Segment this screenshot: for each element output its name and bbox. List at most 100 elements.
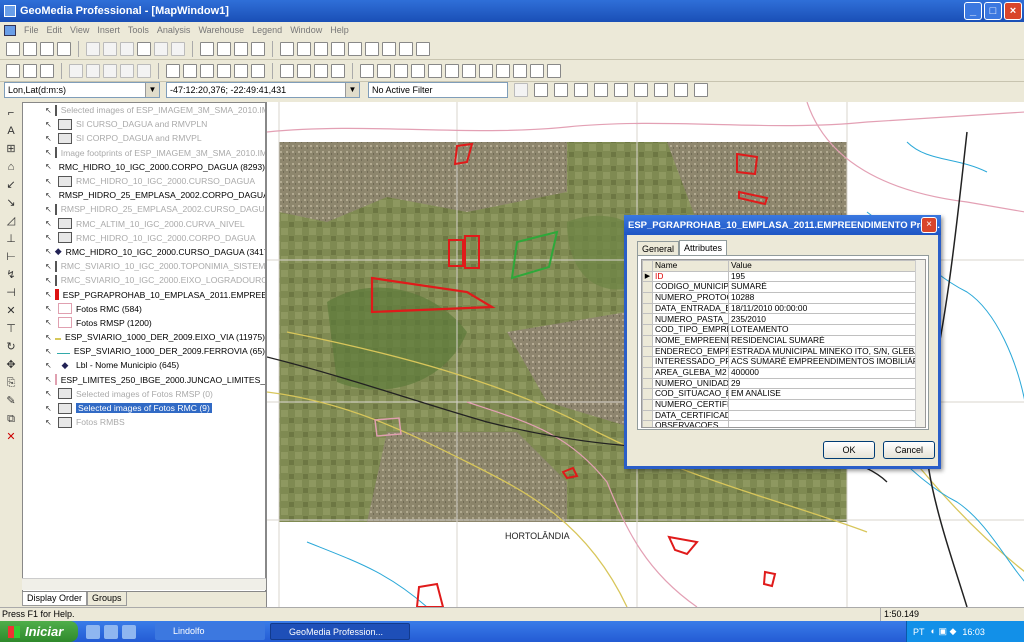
distribute-icon[interactable] (120, 63, 134, 78)
legend-item[interactable]: ↖ ESP_LIMITES_250_IBGE_2000.JUNCAO_LIMITE… (23, 373, 265, 387)
legend-item[interactable]: ↖ RMSP_HIDRO_25_EMPLASA_2002.CURSO_DAGUA (23, 202, 265, 216)
delete-icon[interactable] (360, 63, 374, 78)
taskbar-item-folder[interactable]: Lindolfo (155, 623, 265, 640)
legend-item[interactable]: ↖ RMC_ALTIM_10_IGC_2000.CURVA_NIVEL (23, 217, 265, 231)
zoom-previous-icon[interactable] (348, 41, 362, 56)
digitize-tool-icon[interactable]: ↙ (4, 178, 18, 192)
attribute-value[interactable]: EM ANÁLISE (728, 388, 925, 400)
circle-filter-icon[interactable] (694, 83, 708, 97)
group-icon[interactable] (137, 63, 151, 78)
select-group-icon[interactable] (40, 63, 54, 78)
legend-item[interactable]: ↖ Fotos RMC (584) (23, 302, 265, 316)
attribute-row[interactable]: INTERESSADO_PR ACS SUMARÉ EMPREENDIMENTOS… (642, 356, 925, 368)
zoom-out-icon[interactable] (314, 41, 328, 56)
menu-insert[interactable]: Insert (97, 25, 120, 35)
legend-item[interactable]: ↖ RMSP_HIDRO_25_EMPLASA_2002.CORPO_DAGUA (23, 188, 265, 202)
attribute-value[interactable] (728, 409, 925, 422)
attribute-value[interactable]: 10288 (728, 292, 925, 304)
attribute-value[interactable]: ACS SUMARÉ EMPREENDIMENTOS IMOBILIÁRIOS … (728, 356, 925, 368)
attribute-row[interactable]: DATA_ENTRADA_E 18/11/2010 00:00:00 (642, 302, 925, 315)
extend-icon[interactable] (479, 63, 493, 78)
delete-tool-icon[interactable]: ✕ (4, 430, 18, 444)
tab-groups[interactable]: Groups (87, 592, 127, 606)
attribute-row[interactable]: DATA_CERTIFICAD (642, 409, 925, 422)
pan-icon[interactable] (382, 41, 396, 56)
legend-horizontal-scrollbar[interactable] (22, 578, 266, 590)
warehouse-icon[interactable] (200, 41, 214, 56)
close-window-button[interactable]: × (1004, 2, 1022, 20)
grid-vertical-scrollbar[interactable] (915, 260, 925, 427)
attribute-row[interactable]: CODIGO_MUNICIPI SUMARÉ (642, 281, 925, 294)
trim-tool-icon[interactable]: ⊤ (4, 322, 18, 336)
dialog-close-button[interactable]: × (921, 217, 937, 233)
line-icon[interactable] (377, 63, 391, 78)
attribute-value[interactable]: 18/11/2010 00:00:00 (728, 302, 925, 315)
zoom-in-icon[interactable] (297, 41, 311, 56)
attribute-row[interactable]: NUMERO_CERTIFIC (642, 398, 925, 411)
legend-item[interactable]: ↖ ESP_SVIARIO_1000_DER_2009.FERROVIA (65) (23, 344, 265, 358)
attribute-row[interactable]: OBSERVACOES (642, 420, 925, 427)
layer-icon[interactable] (251, 41, 265, 56)
insert-area-icon[interactable] (183, 63, 197, 78)
text-tool-icon[interactable]: A (4, 124, 18, 138)
label-tool-icon[interactable]: ⊞ (4, 142, 18, 156)
window-icon[interactable] (634, 83, 648, 97)
continue-icon[interactable] (314, 63, 328, 78)
attribute-value[interactable]: 400000 (728, 366, 925, 379)
legend-item[interactable]: ↖ ◆ Lbl - Nome Municipio (645) (23, 358, 265, 372)
feature-class-icon[interactable] (217, 41, 231, 56)
map-window-icon[interactable] (280, 41, 294, 56)
insert-image-icon[interactable] (234, 63, 248, 78)
save-icon[interactable] (40, 41, 54, 56)
parallel-tool-icon[interactable]: ⊥ (4, 232, 18, 246)
coordinate-readout-field[interactable]: -47:12:20,376; -22:49:41,431 ▼ (166, 82, 360, 98)
insert-feature-icon[interactable] (166, 63, 180, 78)
coordinate-system-select[interactable]: Lon,Lat(d:m:s) ▼ (4, 82, 160, 98)
ok-button[interactable]: OK (823, 441, 875, 459)
attribute-value[interactable] (728, 398, 925, 411)
zoom-extent-icon[interactable] (331, 41, 345, 56)
rotate-icon[interactable] (416, 41, 430, 56)
attribute-value[interactable]: LOTEAMENTO (728, 324, 925, 336)
minimize-button[interactable]: _ (964, 2, 982, 20)
refresh-icon[interactable] (399, 41, 413, 56)
attribute-value[interactable] (728, 420, 925, 427)
language-indicator[interactable]: PT (913, 627, 925, 637)
fit-all-icon[interactable] (365, 41, 379, 56)
link-icon[interactable] (594, 83, 608, 97)
attribute-row[interactable]: NUMERO_PROTOC 10288 (642, 292, 925, 304)
cancel-button[interactable]: Cancel (883, 441, 935, 459)
polyline-icon[interactable] (394, 63, 408, 78)
snap-tool-icon[interactable]: ⌐ (4, 106, 18, 120)
rectangle-filter-icon[interactable] (654, 83, 668, 97)
select-tool-icon[interactable] (6, 63, 20, 78)
filter-icon[interactable] (514, 83, 528, 97)
perpendicular-tool-icon[interactable]: ⊢ (4, 250, 18, 264)
legend-item[interactable]: ↖ RMC_HIDRO_10_IGC_2000.CURSO_DAGUA (23, 174, 265, 188)
edit-tool-icon[interactable]: ✎ (4, 394, 18, 408)
new-icon[interactable] (6, 41, 20, 56)
map-icon[interactable] (614, 83, 628, 97)
align-center-icon[interactable] (86, 63, 100, 78)
area-tool-icon[interactable]: ◿ (4, 214, 18, 228)
legend-item[interactable]: ↖ RMC_HIDRO_10_IGC_2000.CORPO_DAGUA (8293… (23, 160, 265, 174)
arrow-icon[interactable] (445, 63, 459, 78)
intersect-tool-icon[interactable]: ✕ (4, 304, 18, 318)
clear-filter-icon[interactable] (674, 83, 688, 97)
split-icon[interactable] (331, 63, 345, 78)
properties-icon[interactable] (137, 41, 151, 56)
attribute-row[interactable]: AREA_GLEBA_M2 400000 (642, 366, 925, 379)
align-left-icon[interactable] (69, 63, 83, 78)
start-button[interactable]: Iniciar (0, 621, 78, 642)
legend-item[interactable]: ↖ SI CORPO_DAGUA and RMVPL (23, 131, 265, 145)
menu-warehouse[interactable]: Warehouse (198, 25, 244, 35)
query-icon[interactable] (234, 41, 248, 56)
polygon-filter-icon[interactable] (574, 83, 588, 97)
desktop-icon[interactable] (104, 624, 118, 639)
legend-item[interactable]: ↖ ESP_SVIARIO_1000_DER_2009.EIXO_VIA (119… (23, 330, 265, 344)
tab-general[interactable]: General (637, 241, 680, 256)
menu-help[interactable]: Help (330, 25, 349, 35)
fence-icon[interactable] (554, 83, 568, 97)
align-right-icon[interactable] (103, 63, 117, 78)
attribute-row[interactable]: NOME_EMPREEND RESIDENCIAL SUMARÉ (642, 334, 925, 347)
